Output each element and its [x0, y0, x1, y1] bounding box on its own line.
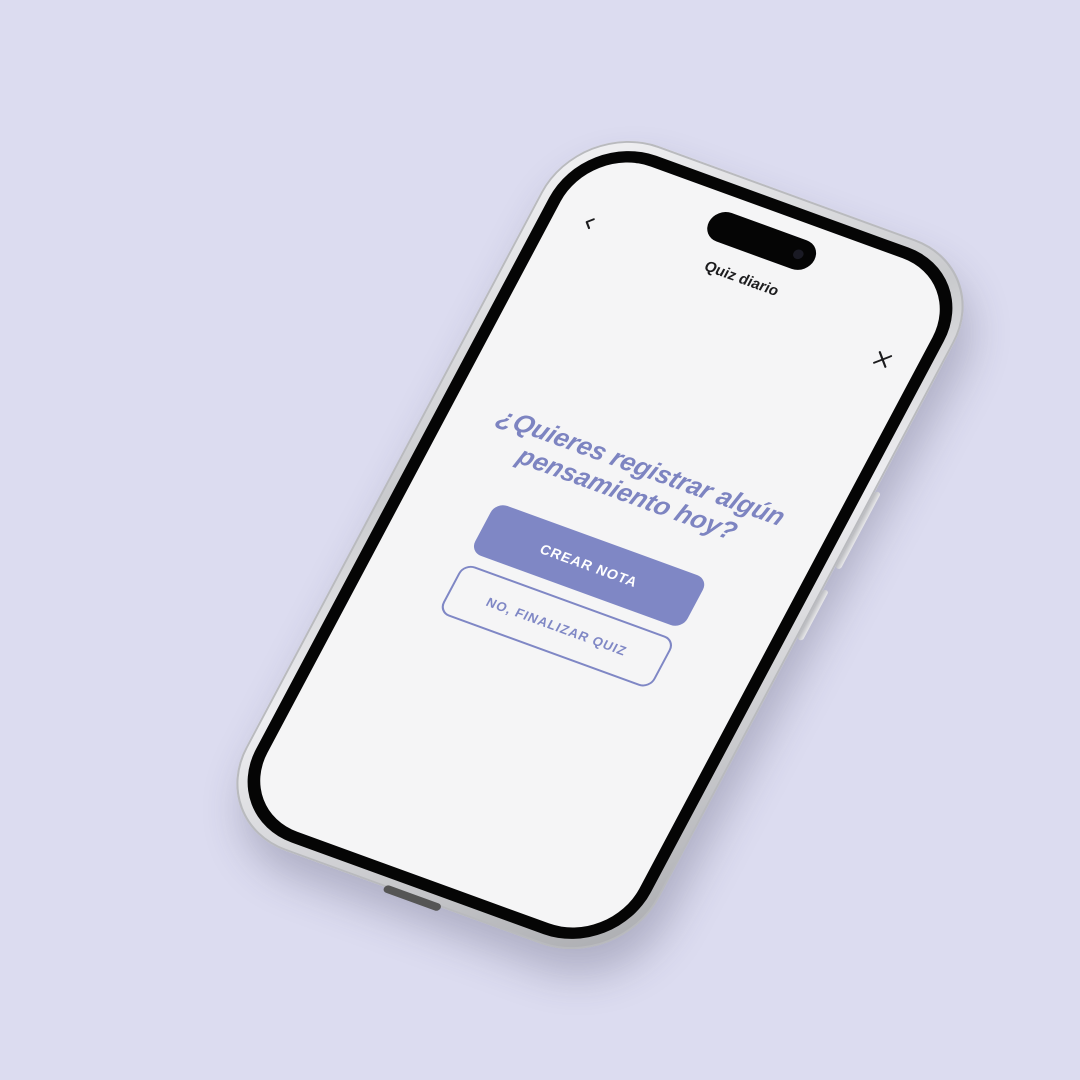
- phone-bezel: Quiz diario ¿Quieres registrar algún pen…: [220, 129, 980, 961]
- camera-lens: [791, 248, 806, 261]
- phone-mockup: Quiz diario ¿Quieres registrar algún pen…: [206, 117, 994, 973]
- close-icon[interactable]: [868, 347, 896, 372]
- phone-screen: Quiz diario ¿Quieres registrar algún pen…: [237, 144, 963, 946]
- quiz-content: ¿Quieres registrar algún pensamiento hoy…: [358, 385, 835, 718]
- background: Quiz diario ¿Quieres registrar algún pen…: [0, 0, 1080, 1080]
